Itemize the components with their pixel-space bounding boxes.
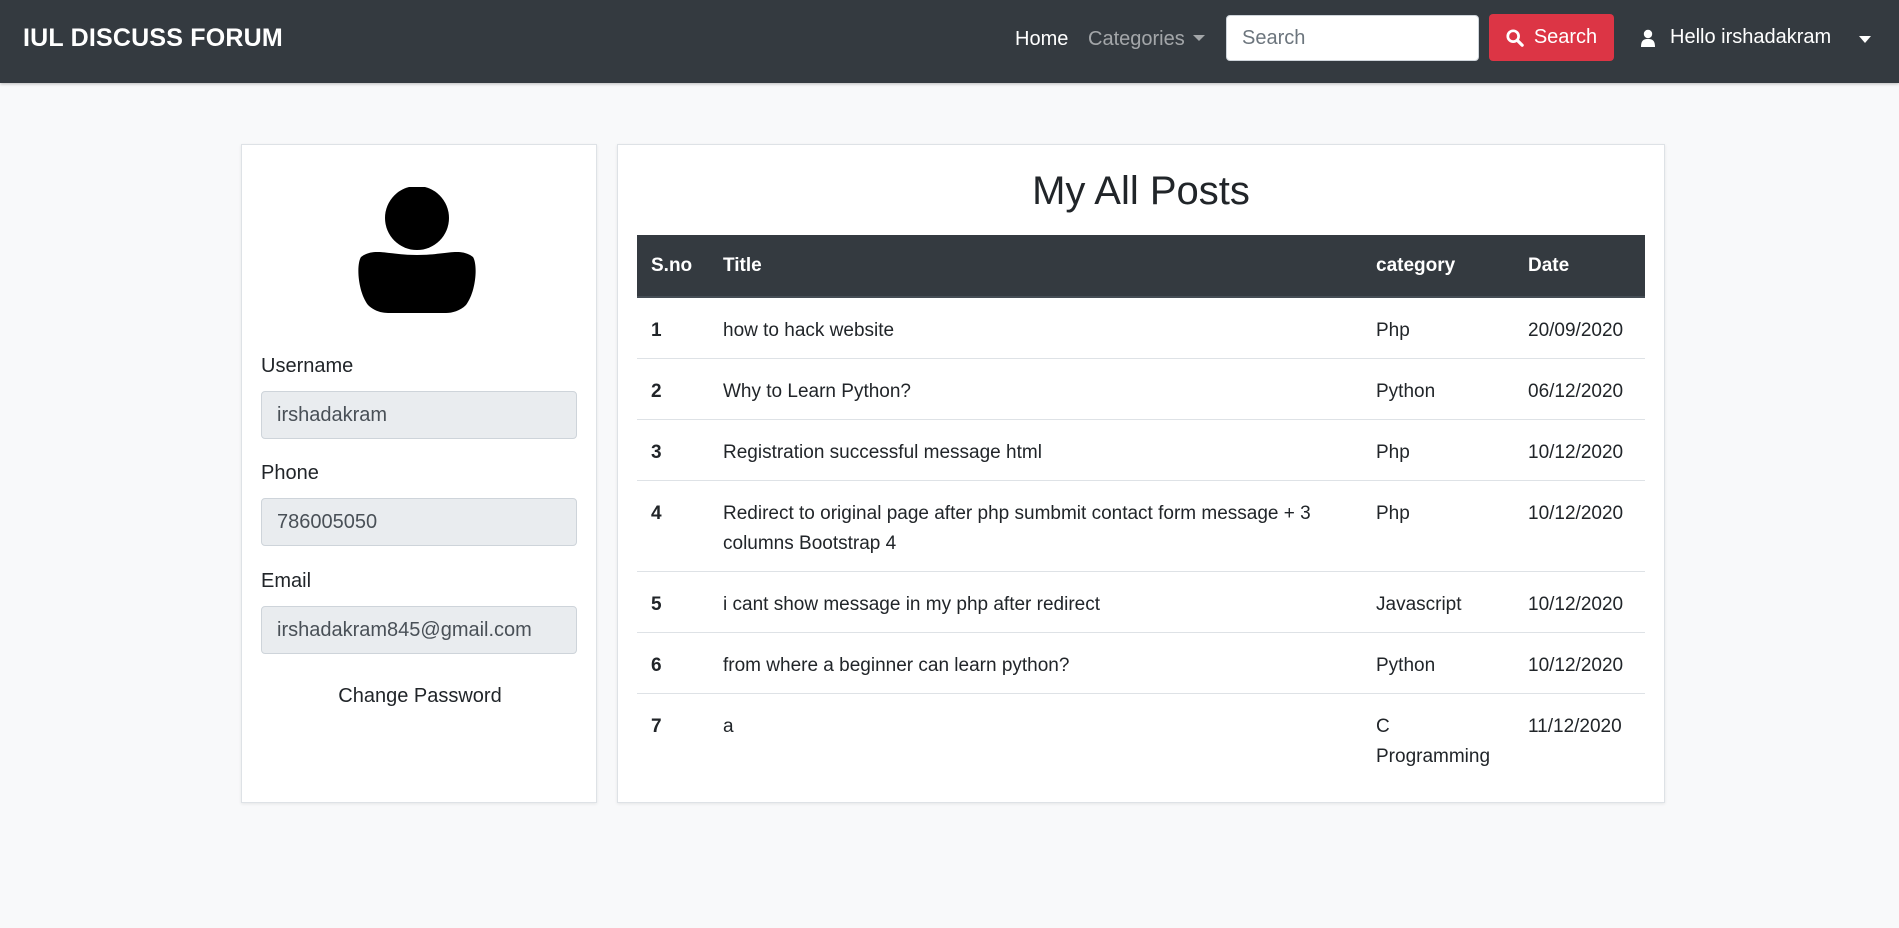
user-menu-dropdown[interactable]: Hello irshadakram (1641, 26, 1831, 49)
nav-home-link[interactable]: Home (1015, 28, 1068, 51)
page-title: My All Posts (1032, 169, 1250, 213)
table-row: 5 i cant show message in my php after re… (637, 571, 1645, 633)
navbar: IUL DISCUSS FORUM Home Categories Search… (0, 0, 1899, 83)
row-sno: 4 (637, 480, 709, 572)
row-category: Javascript (1362, 571, 1514, 633)
column-header-sno: S.no (637, 235, 709, 298)
username-field[interactable] (261, 391, 577, 439)
row-date: 10/12/2020 (1514, 571, 1645, 633)
row-category: Python (1362, 632, 1514, 694)
table-row: 1 how to hack website Php 20/09/2020 (637, 297, 1645, 359)
row-date: 10/12/2020 (1514, 480, 1645, 572)
row-date: 06/12/2020 (1514, 358, 1645, 420)
phone-label: Phone (261, 462, 319, 484)
row-category: Php (1362, 419, 1514, 481)
row-date: 10/12/2020 (1514, 419, 1645, 481)
user-avatar-icon (358, 187, 476, 313)
brand-logo[interactable]: IUL DISCUSS FORUM (23, 24, 283, 53)
search-input[interactable] (1226, 15, 1479, 61)
chevron-down-icon (1192, 35, 1205, 41)
posts-card: My All Posts S.no Title category Date 1 … (617, 144, 1665, 803)
chevron-down-icon[interactable] (1859, 36, 1871, 43)
row-date: 20/09/2020 (1528, 320, 1624, 341)
username-label: Username (261, 355, 354, 377)
row-title: i cant show message in my php after redi… (709, 571, 1362, 633)
user-icon (1641, 29, 1655, 47)
row-category: Python (1362, 358, 1514, 420)
table-row: 7 a C Programming 11/12/2020 (637, 693, 1645, 784)
search-icon (1506, 28, 1524, 47)
column-header-title: Title (709, 235, 1362, 298)
column-header-date: Date (1514, 235, 1645, 298)
row-category: Php (1362, 480, 1514, 572)
row-sno: 3 (637, 419, 709, 481)
row-sno: 5 (637, 571, 709, 633)
posts-table: S.no Title category Date 1 how to hack w… (637, 235, 1645, 784)
row-title: a (709, 693, 1362, 784)
row-date: 10/12/2020 (1514, 632, 1645, 694)
row-date: 11/12/2020 (1514, 693, 1645, 784)
column-header-category: category (1362, 235, 1514, 298)
row-sno: 6 (637, 632, 709, 694)
row-title: Redirect to original page after php sumb… (709, 480, 1362, 572)
nav-categories-dropdown[interactable]: Categories (1088, 28, 1205, 51)
row-category: C Programming (1362, 693, 1514, 784)
user-greeting: Hello irshadakram (1670, 26, 1832, 48)
row-title: from where a beginner can learn python? (709, 632, 1362, 694)
search-button-label: Search (1533, 26, 1598, 48)
table-row: 6 from where a beginner can learn python… (637, 632, 1645, 694)
table-row: 3 Registration successful message html P… (637, 419, 1645, 481)
row-sno: 1 (651, 320, 662, 341)
row-sno: 2 (637, 358, 709, 420)
nav-categories-label: Categories (1088, 28, 1185, 50)
email-label: Email (261, 570, 312, 592)
row-title: Why to Learn Python? (709, 358, 1362, 420)
change-password-button[interactable]: Change Password (242, 685, 598, 708)
row-title: how to hack website (723, 320, 895, 341)
search-button[interactable]: Search (1489, 14, 1614, 61)
phone-field[interactable] (261, 498, 577, 546)
row-title: Registration successful message html (709, 419, 1362, 481)
email-field[interactable] (261, 606, 577, 654)
table-row: 4 Redirect to original page after php su… (637, 480, 1645, 572)
table-header-row: S.no Title category Date (637, 235, 1645, 298)
profile-card: Username Phone Email Change Password (241, 144, 597, 803)
row-sno: 7 (637, 693, 709, 784)
table-row: 2 Why to Learn Python? Python 06/12/2020 (637, 358, 1645, 420)
row-category: Php (1376, 320, 1410, 341)
